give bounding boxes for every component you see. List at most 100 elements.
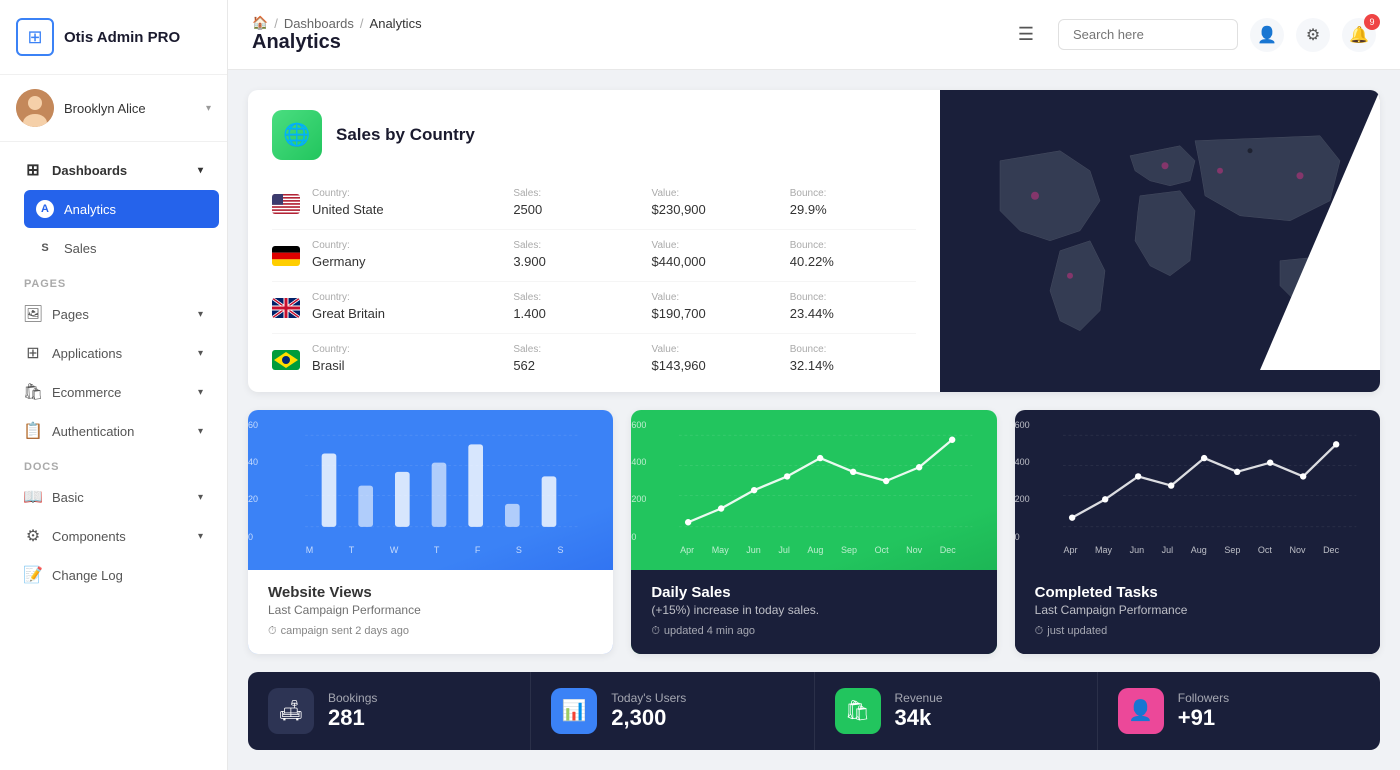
sidebar-item-changelog[interactable]: 📝 Change Log <box>8 556 219 594</box>
bookings-label: Bookings <box>328 691 377 705</box>
completed-tasks-y-labels: 600 400 200 0 <box>1015 420 1030 542</box>
bounce-label: Bounce: <box>790 240 916 251</box>
bounce-val: 40.22% <box>790 254 834 269</box>
sales-col: Sales: 2500 <box>513 188 639 219</box>
completed-tasks-card: 600 400 200 0 <box>1015 410 1380 654</box>
table-row: Country: United State Sales: 2500 Value:… <box>272 178 916 230</box>
country-name-col: Country: United State <box>312 188 501 219</box>
user-name: Brooklyn Alice <box>64 101 196 116</box>
avatar <box>16 89 54 127</box>
breadcrumb-sep1: / <box>274 16 278 31</box>
notification-icon[interactable]: 🔔 9 <box>1342 18 1376 52</box>
components-icon: ⚙ <box>24 527 42 545</box>
revenue-value: 34k <box>895 705 943 731</box>
breadcrumb: 🏠 / Dashboards / Analytics <box>252 15 1002 31</box>
sidebar-item-ecommerce[interactable]: 🛍 Ecommerce ▾ <box>8 373 219 411</box>
sales-col: Sales: 3.900 <box>513 240 639 271</box>
sidebar-item-label-basic: Basic <box>52 490 84 505</box>
followers-value: +91 <box>1178 705 1229 731</box>
sidebar-item-sales[interactable]: S Sales <box>24 229 219 267</box>
bounce-col: Bounce: 23.44% <box>790 292 916 323</box>
value-val: $190,700 <box>652 306 706 321</box>
sales-val: 562 <box>513 358 535 373</box>
followers-info: Followers +91 <box>1178 691 1229 731</box>
changelog-icon: 📝 <box>24 566 42 584</box>
revenue-icon: 🛍 <box>835 688 881 734</box>
chevron-down-icon-basic: ▾ <box>198 492 203 503</box>
sidebar-item-label-ecommerce: Ecommerce <box>52 385 121 400</box>
settings-icon[interactable]: ⚙ <box>1296 18 1330 52</box>
sbc-header: 🌐 Sales by Country <box>272 110 916 160</box>
completed-tasks-subtitle: Last Campaign Performance <box>1035 603 1360 617</box>
sales-label: Sales: <box>513 188 639 199</box>
country-name: United State <box>312 202 384 217</box>
completed-tasks-x-labels: AprMayJunJulAugSepOctNovDec <box>1031 545 1364 555</box>
breadcrumb-current: Analytics <box>370 16 422 31</box>
flag-br <box>272 350 300 370</box>
value-col: Value: $190,700 <box>652 292 778 323</box>
sales-by-country-card: 🌐 Sales by Country <box>248 90 1380 392</box>
sidebar-item-authentication[interactable]: 📋 Authentication ▾ <box>8 412 219 450</box>
hamburger-icon[interactable]: ☰ <box>1018 24 1034 45</box>
sidebar-logo: ⊞ Otis Admin PRO <box>0 0 227 75</box>
sidebar-item-basic[interactable]: 📖 Basic ▾ <box>8 478 219 516</box>
value-val: $440,000 <box>652 254 706 269</box>
bookings-info: Bookings 281 <box>328 691 377 731</box>
website-views-subtitle: Last Campaign Performance <box>268 603 593 617</box>
bounce-val: 32.14% <box>790 358 834 373</box>
value-col: Value: $230,900 <box>652 188 778 219</box>
sidebar-item-dashboards[interactable]: ⊞ Dashboards ▾ <box>8 151 219 189</box>
country-name-col: Country: Great Britain <box>312 292 501 323</box>
pages-section-label: PAGES <box>0 268 227 294</box>
completed-tasks-footer: Completed Tasks Last Campaign Performanc… <box>1015 570 1380 654</box>
user-profile-icon[interactable]: 👤 <box>1250 18 1284 52</box>
value-label: Value: <box>652 188 778 199</box>
completed-tasks-chart-area: 600 400 200 0 <box>1015 410 1380 570</box>
country-label: Country: <box>312 240 501 251</box>
sbc-title: Sales by Country <box>336 125 475 145</box>
sidebar-user[interactable]: Brooklyn Alice ▾ <box>0 75 227 142</box>
bounce-label: Bounce: <box>790 188 916 199</box>
country-label: Country: <box>312 292 501 303</box>
stat-followers: 👤 Followers +91 <box>1098 672 1380 750</box>
today-users-label: Today's Users <box>611 691 686 705</box>
sales-val: 1.400 <box>513 306 546 321</box>
daily-sales-y-labels: 600 400 200 0 <box>631 420 646 542</box>
table-row: Country: Brasil Sales: 562 Value: $143,9… <box>272 334 916 385</box>
sidebar-item-label-authentication: Authentication <box>52 424 134 439</box>
revenue-info: Revenue 34k <box>895 691 943 731</box>
daily-sales-subtitle: (+15%) increase in today sales. <box>651 603 976 617</box>
pages-icon: 🖼 <box>24 305 42 323</box>
notification-badge: 9 <box>1364 14 1380 30</box>
sidebar-item-label-pages: Pages <box>52 307 89 322</box>
logo-text: Otis Admin PRO <box>64 29 180 46</box>
search-input[interactable] <box>1058 19 1238 50</box>
sidebar-item-applications[interactable]: ⊞ Applications ▾ <box>8 334 219 372</box>
revenue-label: Revenue <box>895 691 943 705</box>
page-title-wrap: 🏠 / Dashboards / Analytics Analytics <box>252 15 1002 54</box>
value-label: Value: <box>652 344 778 355</box>
page-title: Analytics <box>252 31 1002 54</box>
website-views-card: 60 40 20 0 <box>248 410 613 654</box>
sidebar-item-pages[interactable]: 🖼 Pages ▾ <box>8 295 219 333</box>
country-name: Brasil <box>312 358 345 373</box>
sidebar-item-components[interactable]: ⚙ Components ▾ <box>8 517 219 555</box>
chevron-down-icon: ▾ <box>206 103 211 114</box>
website-views-x-labels: MTWTFSS <box>264 545 597 555</box>
breadcrumb-dashboards: Dashboards <box>284 16 354 31</box>
table-row: Country: Germany Sales: 3.900 Value: $44… <box>272 230 916 282</box>
bookings-value: 281 <box>328 705 377 731</box>
sidebar: ⊞ Otis Admin PRO Brooklyn Alice ▾ ⊞ Dash… <box>0 0 228 770</box>
completed-tasks-title: Completed Tasks <box>1035 584 1360 601</box>
country-name: Great Britain <box>312 306 385 321</box>
sidebar-item-analytics[interactable]: A Analytics <box>24 190 219 228</box>
flag-us <box>272 194 300 214</box>
world-map-panel <box>940 90 1380 392</box>
daily-sales-chart-area: 600 400 200 0 <box>631 410 996 570</box>
chevron-down-icon-apps: ▾ <box>198 348 203 359</box>
value-label: Value: <box>652 292 778 303</box>
sidebar-item-label-changelog: Change Log <box>52 568 123 583</box>
globe-icon: 🌐 <box>272 110 322 160</box>
bounce-val: 23.44% <box>790 306 834 321</box>
website-views-y-labels: 60 40 20 0 <box>248 420 258 542</box>
